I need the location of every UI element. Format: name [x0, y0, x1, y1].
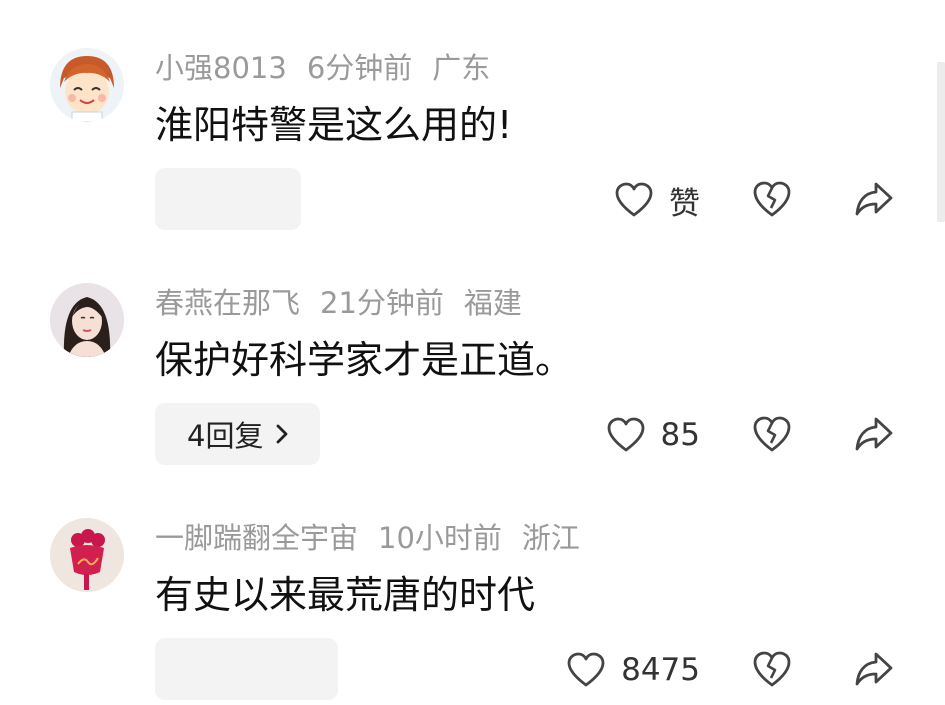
comment-text: 保护好科学家才是正道。 — [155, 338, 574, 382]
comment-text: 有史以来最荒唐的时代 — [155, 573, 536, 617]
comment-meta: 春燕在那飞 21分钟前 福建 — [155, 283, 542, 323]
like-count: 8475 — [621, 652, 700, 688]
heart-icon — [607, 417, 644, 452]
comment-location: 福建 — [463, 286, 522, 320]
comment-item: 春燕在那飞 21分钟前 福建 保护好科学家才是正道。 4回复 85 — [0, 235, 945, 470]
heart-icon — [567, 652, 605, 687]
avatar[interactable] — [50, 48, 124, 122]
dislike-button[interactable] — [752, 180, 792, 222]
comment-actions: 85 — [0, 407, 945, 463]
comment-item: 小强8013 6分钟前 广东 淮阳特警是这么用的! 赞 — [0, 0, 945, 235]
comment-location: 浙江 — [521, 521, 580, 555]
like-count: 85 — [660, 417, 700, 453]
username[interactable]: 一脚踹翻全宇宙 — [155, 521, 358, 555]
cartoon-boy-avatar-icon — [50, 48, 124, 122]
comment-location: 广东 — [432, 51, 491, 85]
username[interactable]: 春燕在那飞 — [155, 286, 300, 320]
share-button[interactable] — [854, 415, 894, 457]
username[interactable]: 小强8013 — [155, 51, 287, 85]
share-arrow-icon — [855, 417, 893, 451]
red-flower-avatar-icon — [50, 518, 124, 592]
like-button[interactable]: 赞 — [615, 178, 700, 222]
like-count: 赞 — [669, 185, 700, 222]
comment-meta: 小强8013 6分钟前 广东 — [155, 48, 510, 88]
share-button[interactable] — [854, 650, 894, 692]
share-button[interactable] — [854, 180, 894, 222]
comment-actions: 赞 — [0, 172, 945, 228]
comment-text: 淮阳特警是这么用的! — [155, 103, 513, 147]
avatar[interactable] — [50, 283, 124, 357]
avatar[interactable] — [50, 518, 124, 592]
broken-heart-icon — [753, 651, 791, 687]
share-arrow-icon — [855, 182, 893, 216]
broken-heart-icon — [753, 181, 791, 217]
broken-heart-icon — [753, 416, 791, 452]
comment-item: 一脚踹翻全宇宙 10小时前 浙江 有史以来最荒唐的时代 8475 — [0, 470, 945, 705]
like-button[interactable]: 85 — [607, 413, 700, 457]
comment-time: 6分钟前 — [306, 51, 413, 85]
dislike-button[interactable] — [752, 650, 792, 692]
heart-icon — [615, 182, 653, 217]
comment-time: 10小时前 — [378, 521, 502, 555]
like-button[interactable]: 8475 — [567, 648, 700, 692]
dislike-button[interactable] — [752, 415, 792, 457]
comment-actions: 8475 — [0, 642, 945, 698]
comment-meta: 一脚踹翻全宇宙 10小时前 浙江 — [155, 518, 600, 558]
woman-photo-avatar-icon — [50, 283, 124, 357]
comment-time: 21分钟前 — [320, 286, 444, 320]
share-arrow-icon — [855, 652, 893, 686]
